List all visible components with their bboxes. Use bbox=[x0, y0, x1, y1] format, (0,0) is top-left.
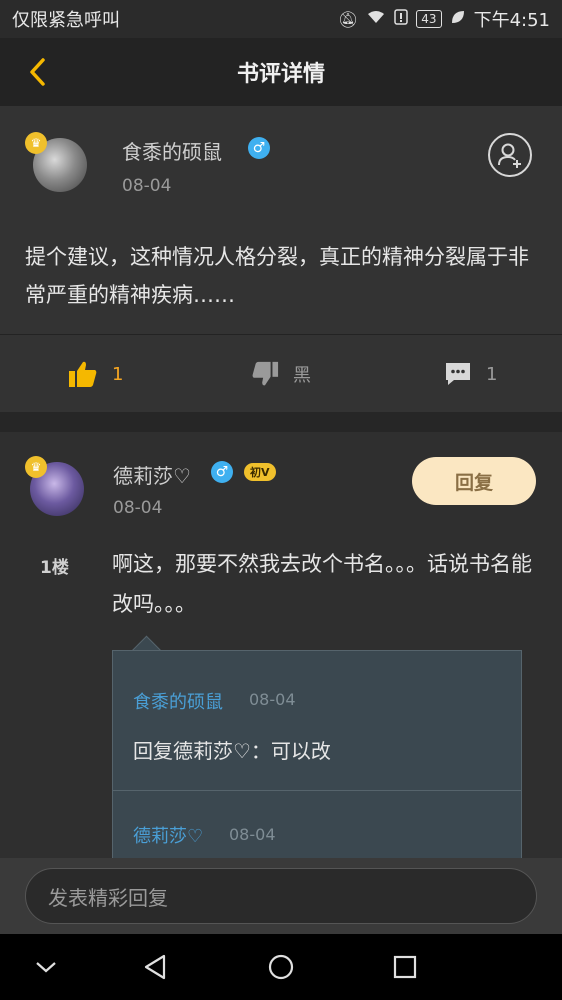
comment-content: 啊这，那要不然我去改个书名。。。话说书名能改吗。。。 bbox=[112, 552, 532, 616]
system-nav-bar bbox=[0, 934, 562, 1000]
post-author-name[interactable]: 食黍的硕鼠 bbox=[122, 136, 222, 165]
collapse-icon bbox=[36, 962, 56, 973]
reply-thread: 食黍的硕鼠 08-04 回复德莉莎♡：可以改 德莉莎♡ 08-04 bbox=[112, 650, 522, 858]
reply-item[interactable]: 德莉莎♡ 08-04 bbox=[113, 791, 521, 858]
leaf-icon bbox=[450, 9, 466, 29]
comment-date: 08-04 bbox=[113, 498, 163, 518]
alert-icon bbox=[394, 9, 409, 29]
nav-back-button[interactable] bbox=[135, 947, 175, 987]
reply-author-name[interactable]: 食黍的硕鼠 bbox=[133, 688, 223, 714]
recents-square-icon bbox=[393, 955, 417, 979]
collapse-button[interactable] bbox=[26, 947, 66, 987]
comment-count: 1 bbox=[486, 363, 498, 385]
reply-author-name[interactable]: 德莉莎♡ bbox=[133, 822, 203, 848]
post-content: 提个建议，这种情况人格分裂，真正的精神分裂属于非常严重的精神疾病…… bbox=[25, 245, 529, 307]
reply-item[interactable]: 食黍的硕鼠 08-04 回复德莉莎♡：可以改 bbox=[113, 651, 521, 790]
comment-item: ♛ 德莉莎♡ ♂ 初V 08-04 回复 1楼 啊这，那要不然我去改个书名。。。… bbox=[0, 432, 562, 858]
chevron-left-icon bbox=[30, 58, 45, 86]
status-icons: 🔕︎ 43 下午4:51 bbox=[338, 6, 550, 32]
male-gender-icon: ♂ bbox=[248, 137, 270, 159]
top-bar: 书评详情 bbox=[0, 38, 562, 106]
back-triangle-icon bbox=[144, 954, 166, 980]
reply-date: 08-04 bbox=[249, 690, 296, 709]
dislike-label: 黑 bbox=[293, 365, 311, 386]
like-button[interactable]: 1 bbox=[68, 335, 123, 413]
add-user-icon bbox=[498, 143, 521, 168]
comment-author-name[interactable]: 德莉莎♡ bbox=[113, 460, 191, 489]
like-count: 1 bbox=[112, 363, 124, 385]
level-badge: 初V bbox=[244, 463, 276, 481]
wifi-icon bbox=[366, 9, 386, 29]
nav-home-button[interactable] bbox=[261, 947, 301, 987]
status-carrier-text: 仅限紧急呼叫 bbox=[12, 10, 120, 31]
male-gender-icon: ♂ bbox=[211, 461, 233, 483]
nav-recents-button[interactable] bbox=[385, 947, 425, 987]
review-post: ♛ 食黍的硕鼠 ♂ 08-04 提个建议，这种情况人格分裂，真正的精神分裂属于非… bbox=[0, 106, 562, 412]
reply-input[interactable]: 发表精彩回复 bbox=[25, 868, 537, 924]
reply-input-bar: 发表精彩回复 bbox=[0, 858, 562, 934]
mute-icon: 🔕︎ bbox=[337, 9, 359, 29]
status-time: 下午4:51 bbox=[473, 10, 550, 31]
reply-button[interactable]: 回复 bbox=[412, 457, 536, 505]
crown-badge-icon: ♛ bbox=[25, 456, 47, 478]
comment-bubble-icon bbox=[446, 363, 470, 385]
back-button[interactable] bbox=[18, 52, 58, 92]
crown-badge-icon: ♛ bbox=[25, 132, 47, 154]
follow-button[interactable] bbox=[488, 133, 532, 177]
post-action-bar: 1 黑 1 bbox=[0, 334, 562, 412]
page-title: 书评详情 bbox=[236, 62, 325, 87]
section-divider bbox=[0, 412, 562, 432]
reply-text: 回复德莉莎♡：可以改 bbox=[133, 739, 331, 763]
battery-icon: 43 bbox=[416, 10, 442, 28]
home-circle-icon bbox=[268, 954, 294, 980]
post-date: 08-04 bbox=[122, 176, 172, 196]
status-bar: 仅限紧急呼叫 🔕︎ 43 下午4:51 bbox=[0, 0, 562, 38]
thumbs-up-icon bbox=[69, 361, 97, 387]
reply-date: 08-04 bbox=[229, 825, 276, 844]
comment-button[interactable]: 1 bbox=[444, 335, 497, 413]
thumbs-down-icon bbox=[252, 361, 279, 386]
floor-number: 1楼 bbox=[40, 558, 69, 578]
dislike-button[interactable]: 黑 bbox=[251, 335, 311, 413]
